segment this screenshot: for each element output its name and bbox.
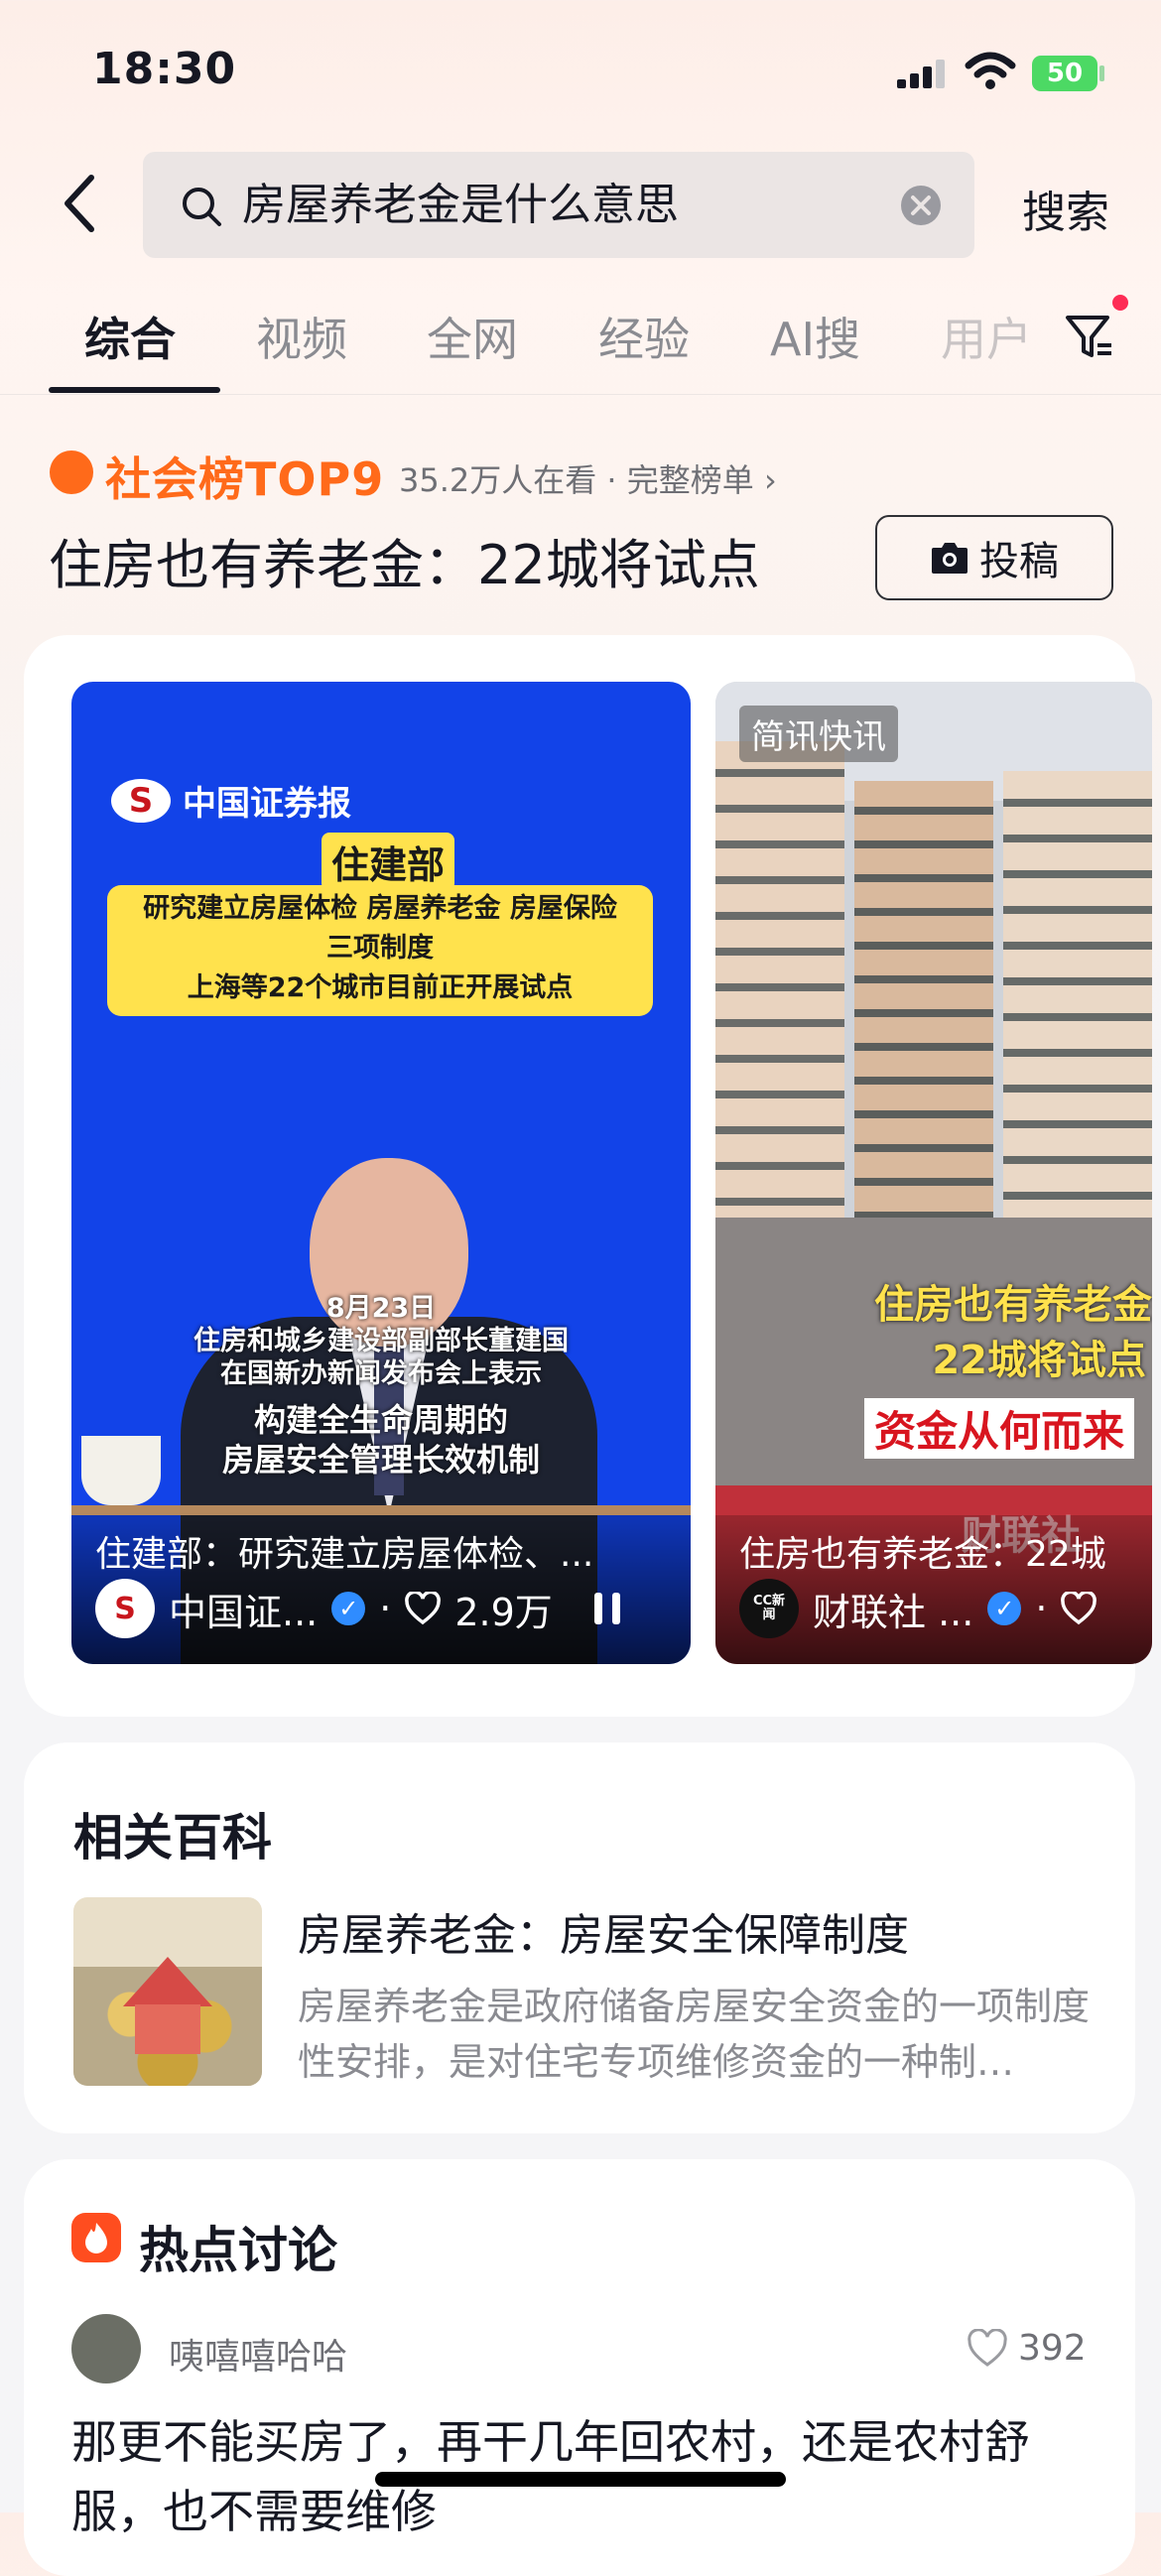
overlay-bold-line: 房屋安全管理长效机制 (221, 1441, 540, 1479)
tab-web[interactable]: 全网 (427, 304, 518, 369)
overlay-line: 住房也有养老金 (874, 1282, 1152, 1328)
wifi-icon (965, 52, 1016, 89)
hot-rank-icon (50, 451, 93, 494)
encyclopedia-card[interactable]: 相关百科 房屋养老金：房屋安全保障制度 房屋养老金是政府储备房屋安全资金的一项制… (24, 1742, 1135, 2133)
filter-notification-dot (1112, 295, 1128, 311)
video-author-row: CC新闻 财联社 ... ✓ · (739, 1577, 1097, 1640)
submit-label: 投稿 (979, 539, 1059, 584)
back-chevron-icon (64, 175, 94, 232)
banner-line: 三项制度 (326, 933, 434, 964)
video-banner: 研究建立房屋体检 房屋养老金 房屋保险 三项制度 上海等22个城市目前正开展试点 (107, 885, 653, 1016)
house-body (135, 2004, 200, 2054)
tab-users[interactable]: 用户 (941, 304, 1032, 369)
overlay-line: 住房和城乡建设部副部长董建国 (194, 1326, 569, 1356)
hot-discussion-card: 热点讨论 咦嘻嘻哈哈 392 那更不能买房了，再干几年回农村，还是农村舒服，也不… (24, 2159, 1135, 2576)
heart-icon (968, 2328, 1007, 2367)
fire-icon (71, 2213, 121, 2262)
discussion-section-title: 热点讨论 (139, 2222, 337, 2279)
author-avatar[interactable]: S (95, 1579, 155, 1638)
submit-button[interactable]: 投稿 (875, 515, 1113, 600)
pause-icon[interactable] (592, 1591, 622, 1626)
search-input[interactable]: 房屋养老金是什么意思 (143, 152, 974, 258)
video-overlay-text: 8月23日 住房和城乡建设部副部长董建国 在国新办新闻发布会上表示 构建全生命周… (71, 1292, 691, 1480)
like-count: 2.9万 (454, 1590, 553, 1634)
chevron-right-icon: › (763, 461, 777, 499)
separator-dot: · (1035, 1587, 1048, 1630)
overlay-line: 8月23日 (325, 1293, 437, 1324)
tab-ai-search[interactable]: AI搜 (770, 304, 860, 369)
tab-experience[interactable]: 经验 (598, 304, 690, 369)
video-caption: 住房也有养老金：22城 (739, 1534, 1106, 1575)
topic-title: 住房也有养老金：22城将试点 (49, 534, 760, 596)
search-query[interactable]: 房屋养老金是什么意思 (242, 152, 679, 258)
overlay-line: 22城将试点 (932, 1338, 1146, 1383)
home-indicator (375, 2472, 786, 2487)
signal-icon (897, 60, 945, 88)
brand-logo-mark: S (111, 778, 171, 823)
separator-dot: · (379, 1587, 392, 1630)
overlay-bold-line: 构建全生命周期的 (253, 1401, 508, 1439)
tabs-divider (0, 394, 1161, 395)
encyclopedia-description: 房屋养老金是政府储备房屋安全资金的一项制度性安排，是对住宅专项维修资金的一种制… (298, 1985, 1091, 2084)
hot-rank-meta-text: 35.2万人在看 · 完整榜单 (399, 461, 754, 499)
video-caption-overlay: 住房也有养老金：22城 CC新闻 财联社 ... ✓ · (715, 1515, 1152, 1664)
commenter-name[interactable]: 咦嘻嘻哈哈 (169, 2328, 347, 2380)
overlay-line: 在国新办新闻发布会上表示 (220, 1358, 542, 1389)
video-caption: 住建部：研究建立房屋体检、... (95, 1534, 594, 1575)
camera-icon (932, 543, 968, 574)
author-name[interactable]: 财联社 ... (813, 1582, 973, 1636)
video-author-row: S 中国证... ✓ · 2.9万 (95, 1577, 622, 1640)
comment-like-button[interactable]: 392 (967, 2328, 1087, 2369)
overlay-red-text: 资金从何而来 (864, 1398, 1135, 1459)
encyclopedia-image (73, 1897, 262, 2086)
brand-logo: S 中国证券报 (111, 776, 351, 825)
encyclopedia-section-title: 相关百科 (73, 1809, 272, 1867)
comment-like-count: 392 (1018, 2328, 1087, 2369)
banner-line: 研究建立房屋体检 房屋养老金 房屋保险 (143, 893, 617, 924)
video-card-1[interactable]: S 中国证券报 住建部 研究建立房屋体检 房屋养老金 房屋保险 三项制度 上海等… (71, 682, 691, 1664)
brand-logo-text: 中国证券报 (183, 784, 351, 824)
back-button[interactable] (55, 169, 104, 238)
video-caption-overlay: 住建部：研究建立房屋体检、... S 中国证... ✓ · 2.9万 (71, 1515, 691, 1664)
building (1003, 771, 1152, 1218)
tab-comprehensive[interactable]: 综合 (84, 304, 176, 369)
status-time: 18:30 (92, 44, 237, 94)
author-avatar[interactable]: CC新闻 (739, 1579, 799, 1638)
commenter-avatar[interactable] (71, 2314, 141, 2383)
video-card-2[interactable]: 简讯快讯 住房也有养老金 22城将试点 资金从何而来 财联社 住房也有养老金：2… (715, 682, 1152, 1664)
heart-icon[interactable] (405, 1592, 442, 1625)
heart-icon[interactable] (1061, 1592, 1097, 1625)
news-tag: 简讯快讯 (739, 706, 898, 762)
building (715, 741, 844, 1218)
battery-cap (1099, 65, 1104, 81)
verified-icon: ✓ (987, 1592, 1022, 1625)
encyclopedia-title[interactable]: 房屋养老金：房屋安全保障制度 (298, 1899, 909, 1963)
battery-indicator: 50 (1032, 56, 1097, 91)
desk (71, 1505, 691, 1515)
author-avatar-text: CC新闻 (752, 1594, 786, 1622)
video-headline: 住建部 (322, 833, 455, 891)
filter-icon[interactable] (1062, 308, 1117, 363)
active-tab-indicator (49, 387, 220, 393)
tab-video[interactable]: 视频 (256, 304, 347, 369)
search-button[interactable]: 搜索 (1022, 177, 1109, 240)
verified-icon: ✓ (331, 1592, 366, 1625)
banner-line: 上海等22个城市目前正开展试点 (187, 972, 574, 1003)
video-carousel-card: S 中国证券报 住建部 研究建立房屋体检 房屋养老金 房屋保险 三项制度 上海等… (24, 635, 1152, 1717)
search-icon (183, 188, 221, 226)
overlay-yellow-text: 住房也有养老金 22城将试点 (715, 1277, 1152, 1388)
hot-rank-meta[interactable]: 35.2万人在看 · 完整榜单 › (399, 455, 777, 501)
clear-icon[interactable] (899, 184, 943, 227)
author-name[interactable]: 中国证... (169, 1582, 318, 1636)
hot-rank-badge[interactable]: 社会榜TOP9 (105, 444, 384, 509)
building (854, 781, 993, 1218)
